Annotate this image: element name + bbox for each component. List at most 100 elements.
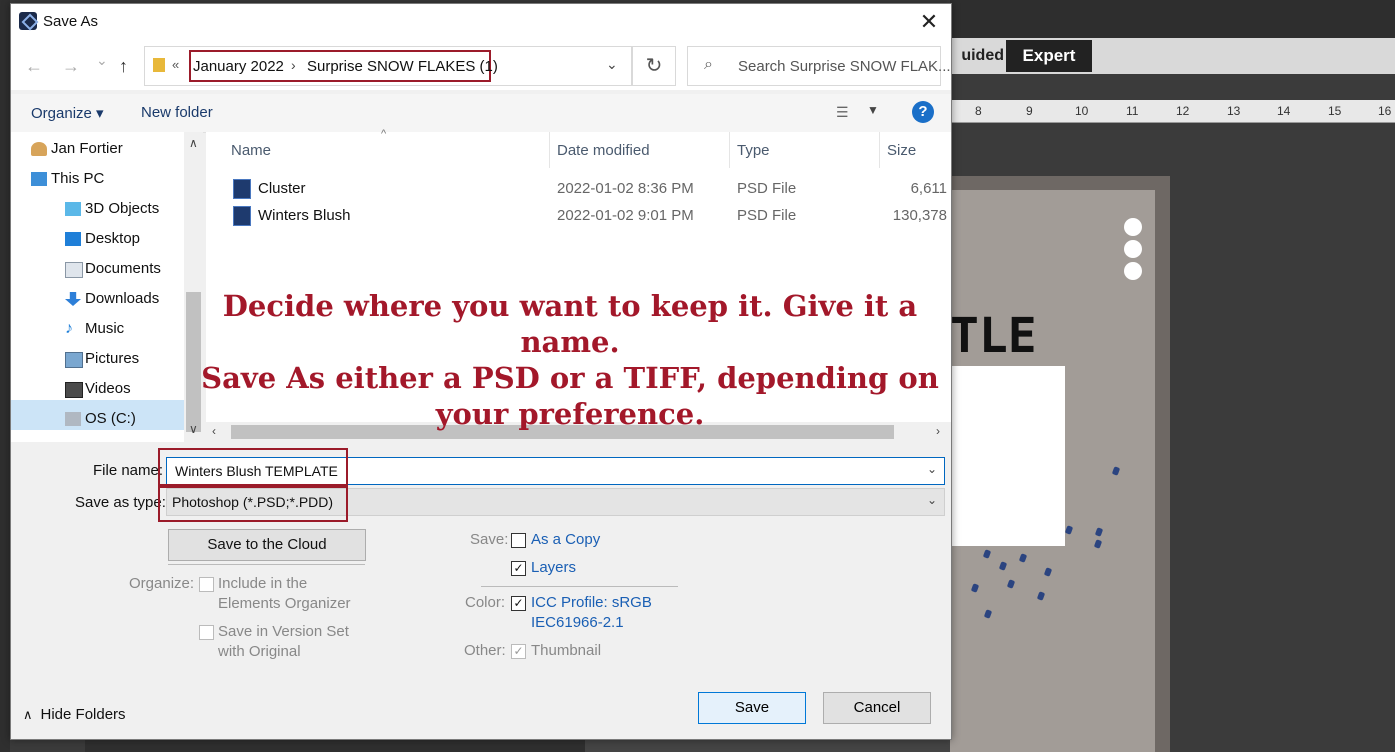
sidebar-item-downloads[interactable]: Downloads [65, 286, 160, 312]
help-icon[interactable]: ? [912, 101, 934, 123]
ruler-tick: 9 [1026, 104, 1033, 118]
forward-arrow-icon[interactable]: → [62, 56, 80, 77]
as-a-copy-label[interactable]: As a Copy [531, 531, 600, 548]
address-dropdown-icon[interactable]: ⌄ [606, 56, 618, 73]
command-bar: Organize ▾ New folder ☰ ▼ ? [11, 94, 951, 133]
column-header-name[interactable]: Name [231, 142, 271, 159]
confetti [1111, 466, 1121, 476]
photo-placeholder [950, 366, 1065, 546]
confetti [998, 561, 1008, 571]
recent-locations-icon[interactable]: ⌄ [96, 52, 108, 69]
chevron-down-icon[interactable]: ⌄ [927, 493, 937, 507]
callout-line-2: Save As either a PSD or a TIFF, dependin… [201, 361, 939, 395]
document-icon [65, 262, 83, 278]
breadcrumb-surprise-snow-flakes[interactable]: Surprise SNOW FLAKES (1) [307, 58, 498, 75]
overflow-chevron-icon[interactable]: « [172, 57, 179, 72]
layers-label[interactable]: Layers [531, 559, 576, 576]
hide-folders-button[interactable]: ∧ Hide Folders [23, 706, 126, 723]
breadcrumb-separator-icon[interactable]: › [291, 57, 296, 73]
callout-line-1: Decide where you want to keep it. Give i… [222, 289, 918, 359]
include-organizer-label-1: Include in the [218, 575, 308, 592]
sidebar-item-label: Music [85, 320, 125, 337]
file-size: 6,611 [910, 180, 947, 197]
file-row-winters-blush[interactable]: Winters Blush 2022-01-02 9:01 PM PSD Fil… [206, 203, 951, 229]
search-box[interactable]: ⌕ Search Surprise SNOW FLAK... [687, 46, 951, 86]
video-icon [65, 382, 83, 398]
file-row-cluster[interactable]: Cluster 2022-01-02 8:36 PM PSD File 6,61… [206, 176, 951, 202]
cancel-button[interactable]: Cancel [823, 692, 931, 724]
sidebar-item-label: Desktop [85, 230, 141, 247]
ruler-tick: 8 [975, 104, 982, 118]
column-header-date-modified[interactable]: Date modified [557, 142, 650, 159]
app-icon [19, 12, 37, 30]
search-icon: ⌕ [704, 56, 713, 73]
file-name-highlight [158, 448, 348, 488]
other-label: Other: [464, 642, 506, 659]
confetti [1093, 539, 1103, 549]
view-options-icon[interactable]: ☰ [836, 104, 849, 121]
sidebar-item-os-c[interactable]: OS (C:) [65, 406, 136, 432]
drive-icon [65, 412, 81, 426]
thumbnail-label: Thumbnail [531, 642, 602, 659]
ruler-tick: 12 [1176, 104, 1190, 118]
chevron-down-icon[interactable]: ⌄ [927, 462, 937, 476]
sidebar-item-3d-objects[interactable]: 3D Objects [65, 196, 159, 222]
column-header-size[interactable]: Size [887, 142, 916, 159]
layers-checkbox[interactable]: ✓ [511, 561, 526, 576]
confetti [1064, 525, 1074, 535]
mode-guided-tab[interactable]: uided [950, 40, 1004, 72]
navigation-pane: Jan Fortier This PC 3D Objects Desktop D… [11, 132, 203, 442]
close-button[interactable]: ✕ [907, 4, 951, 40]
address-bar[interactable]: « January 2022 › Surprise SNOW FLAKES (1… [144, 46, 632, 86]
sidebar-scroll-thumb[interactable] [186, 292, 201, 432]
picture-icon [65, 352, 83, 368]
thumbnail-checkbox[interactable]: ✓ [511, 644, 526, 659]
sidebar-item-this-pc[interactable]: This PC [31, 166, 104, 192]
back-arrow-icon[interactable]: ← [25, 56, 43, 77]
divider [168, 564, 365, 565]
include-organizer-checkbox[interactable] [199, 577, 214, 592]
sidebar-item-pictures[interactable]: Pictures [65, 346, 139, 372]
column-divider[interactable] [549, 132, 550, 168]
column-divider[interactable] [879, 132, 880, 168]
search-input[interactable]: Search Surprise SNOW FLAK... [738, 58, 951, 75]
divider [481, 586, 678, 587]
sidebar-item-documents[interactable]: Documents [65, 256, 161, 282]
decor-dot [1124, 240, 1142, 258]
desktop-icon [65, 232, 81, 246]
file-name: Winters Blush [258, 207, 351, 224]
confetti [982, 549, 992, 559]
as-a-copy-checkbox[interactable] [511, 533, 526, 548]
column-header-type[interactable]: Type [737, 142, 770, 159]
column-divider[interactable] [729, 132, 730, 168]
scroll-down-icon[interactable]: ∨ [189, 422, 198, 436]
icc-profile-label-1[interactable]: ICC Profile: sRGB [531, 594, 652, 611]
icc-profile-checkbox[interactable]: ✓ [511, 596, 526, 611]
file-type: PSD File [737, 180, 797, 197]
sidebar-item-videos[interactable]: Videos [65, 376, 131, 402]
sidebar-item-music[interactable]: ♪ Music [65, 316, 125, 342]
background-topbar [950, 0, 1395, 38]
background-panel [585, 738, 950, 752]
version-set-label-1: Save in Version Set [218, 623, 349, 640]
decor-dot [1124, 218, 1142, 236]
sidebar-item-label: Downloads [85, 290, 160, 307]
sidebar-item-desktop[interactable]: Desktop [65, 226, 141, 252]
mode-expert-tab[interactable]: Expert [1006, 40, 1092, 72]
version-set-label-2: with Original [218, 643, 301, 660]
save-label: Save: [470, 531, 509, 548]
view-dropdown-icon[interactable]: ▼ [867, 103, 879, 117]
save-to-cloud-button[interactable]: Save to the Cloud [168, 529, 366, 561]
save-button[interactable]: Save [698, 692, 806, 724]
scroll-up-icon[interactable]: ∧ [189, 136, 198, 150]
organize-label: Organize: [129, 575, 195, 592]
file-type: PSD File [737, 207, 797, 224]
refresh-button[interactable]: ↻ [632, 46, 676, 86]
sort-ascending-icon: ^ [381, 128, 387, 140]
sidebar-item-jan-fortier[interactable]: Jan Fortier [31, 136, 123, 162]
organize-menu[interactable]: Organize ▾ [31, 104, 104, 122]
up-arrow-icon[interactable]: ↑ [119, 56, 128, 77]
new-folder-button[interactable]: New folder [141, 104, 213, 121]
breadcrumb-january-2022[interactable]: January 2022 [193, 58, 284, 75]
version-set-checkbox[interactable] [199, 625, 214, 640]
